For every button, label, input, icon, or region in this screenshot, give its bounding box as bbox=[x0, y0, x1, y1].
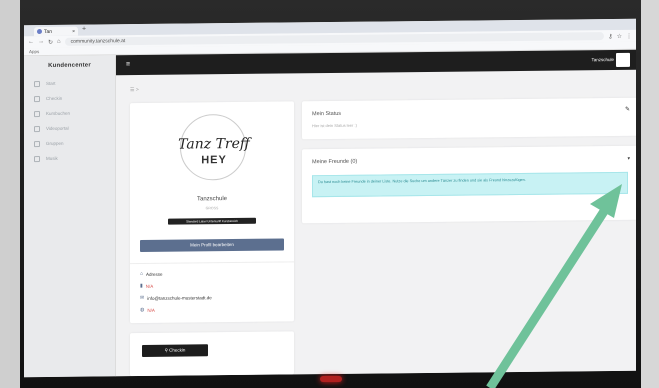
edit-icon[interactable]: ✎ bbox=[625, 106, 630, 113]
info-text: N/A bbox=[145, 283, 154, 289]
logo-word: HEY bbox=[201, 154, 227, 167]
sidebar-item-label: Start bbox=[46, 80, 56, 86]
menu-icon[interactable]: ≡ bbox=[126, 61, 130, 68]
sidebar-item-videoportal[interactable]: Videoportal bbox=[24, 120, 115, 136]
reload-icon[interactable]: ↻ bbox=[48, 38, 53, 45]
checkin-card: ⚲ Checkin bbox=[130, 331, 294, 377]
checkin-button[interactable]: ⚲ Checkin bbox=[142, 344, 208, 357]
school-logo: Tanz Treff HEY bbox=[164, 113, 264, 181]
profile-name: Tanzschule bbox=[196, 196, 228, 203]
pin-icon bbox=[34, 95, 40, 102]
monitor-screen: Tan × + ← → ↻ ⌂ community.tanzschule.at … bbox=[24, 18, 636, 378]
edit-profile-label: Mein Profil bearbeiten bbox=[190, 242, 234, 248]
calendar-icon bbox=[34, 110, 40, 117]
chevron-down-icon[interactable]: ▾ bbox=[627, 156, 630, 162]
edit-profile-button[interactable]: Mein Profil bearbeiten bbox=[140, 238, 284, 252]
sidebar-item-gruppen[interactable]: Gruppen bbox=[24, 135, 115, 151]
back-icon[interactable]: ← bbox=[28, 39, 34, 45]
brand-logo[interactable] bbox=[616, 52, 630, 68]
breadcrumb[interactable]: ☰ > bbox=[130, 87, 139, 93]
status-card: Mein Status Hier ist dein Status leer :)… bbox=[302, 97, 636, 140]
new-tab-icon[interactable]: + bbox=[82, 26, 86, 33]
status-subtitle: Hier ist dein Status leer :) bbox=[312, 122, 357, 129]
sidebar-item-label: Musik bbox=[46, 155, 58, 161]
sidebar-item-label: Kursbuchen bbox=[46, 110, 71, 116]
mail-icon: ✉ bbox=[140, 294, 145, 301]
home-nav-icon[interactable]: ⌂ bbox=[57, 39, 61, 45]
profile-subtitle: GROSS bbox=[205, 206, 219, 211]
video-icon bbox=[34, 125, 40, 132]
tab-title: Tan bbox=[44, 28, 53, 35]
star-icon[interactable]: ☆ bbox=[617, 32, 622, 39]
wall-right bbox=[641, 0, 659, 388]
sidebar-item-label: Gruppen bbox=[46, 140, 64, 146]
info-email[interactable]: ✉ info@tanzschule-musterstadt.de bbox=[140, 294, 212, 301]
url-text: community.tanzschule.at bbox=[70, 38, 126, 45]
sidebar: Kundencenter Start Checkin Kursbuchen Vi… bbox=[24, 55, 116, 378]
sidebar-item-kursbuchen[interactable]: Kursbuchen bbox=[24, 105, 115, 121]
music-icon bbox=[34, 155, 40, 162]
sidebar-item-start[interactable]: Start bbox=[24, 75, 115, 91]
favicon-icon bbox=[37, 29, 42, 35]
menu-dots-icon[interactable]: ⋮ bbox=[626, 32, 632, 39]
logo-script: Tanz Treff bbox=[178, 135, 250, 153]
forward-icon[interactable]: → bbox=[38, 39, 44, 45]
status-title: Mein Status bbox=[312, 110, 342, 118]
sidebar-item-musik[interactable]: Musik bbox=[24, 150, 115, 166]
info-text: info@tanzschule-musterstadt.de bbox=[147, 294, 212, 301]
info-text: N/A bbox=[147, 307, 155, 313]
bookmark-apps[interactable]: Apps bbox=[29, 49, 39, 54]
sidebar-item-label: Videoportal bbox=[46, 125, 69, 131]
profile-card: Tanz Treff HEY Tanzschule GROSS Standard… bbox=[130, 101, 294, 324]
info-text: Adresse bbox=[146, 271, 163, 277]
home-icon bbox=[34, 80, 40, 87]
app: Kundencenter Start Checkin Kursbuchen Vi… bbox=[24, 49, 636, 378]
key-icon[interactable]: ⚷ bbox=[608, 33, 612, 40]
power-led bbox=[320, 376, 342, 382]
sidebar-title: Kundencenter bbox=[48, 62, 91, 69]
sidebar-item-label: Checkin bbox=[46, 95, 63, 101]
info-web: ◍ N/A bbox=[140, 307, 155, 313]
friends-alert: Du hast noch keine Freunde in deiner Lis… bbox=[312, 171, 628, 198]
topbar: ≡ Tanzschule bbox=[116, 49, 636, 76]
friends-title: Meine Freunde (0) bbox=[312, 158, 358, 166]
friends-card: Meine Freunde (0) ▾ Du hast noch keine F… bbox=[302, 145, 636, 224]
divider bbox=[130, 261, 294, 265]
main-content: ≡ Tanzschule ☰ > Tanz Treff HEY Tanzschu… bbox=[116, 49, 636, 377]
brand-label: Tanzschule bbox=[591, 57, 614, 63]
checkin-label: Checkin bbox=[169, 347, 186, 353]
group-icon bbox=[34, 140, 40, 147]
sidebar-item-checkin[interactable]: Checkin bbox=[24, 90, 115, 106]
close-icon[interactable]: × bbox=[72, 28, 75, 34]
browser-tab[interactable]: Tan × bbox=[34, 26, 78, 37]
profile-badge: Standard Label Unterkunft Kursbereich bbox=[168, 217, 256, 225]
home-icon: ⌂ bbox=[140, 270, 144, 277]
info-phone: ▮ N/A bbox=[140, 283, 153, 289]
globe-icon: ◍ bbox=[140, 306, 145, 313]
wall-left bbox=[0, 0, 20, 388]
phone-icon: ▮ bbox=[140, 282, 143, 289]
info-address: ⌂ Adresse bbox=[140, 271, 163, 277]
